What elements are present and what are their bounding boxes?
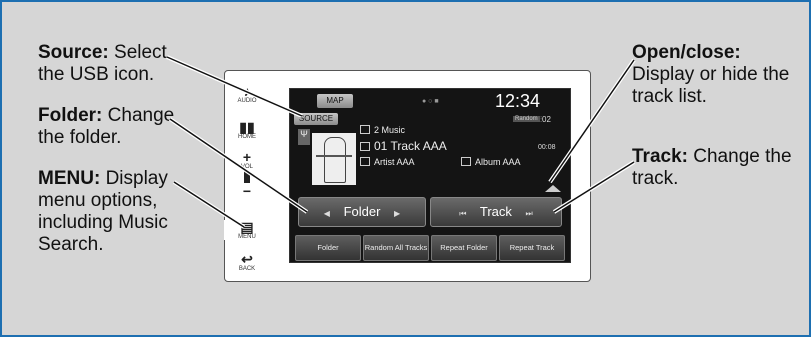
leader-menu (173, 181, 245, 228)
leader-lines (166, 55, 636, 229)
leader-track (553, 161, 635, 213)
leader-folder (169, 118, 308, 213)
diagram-frame: Source: Select the USB icon. Folder: Cha… (0, 0, 811, 337)
leader-open-close (549, 59, 635, 183)
leader-source (166, 56, 303, 117)
